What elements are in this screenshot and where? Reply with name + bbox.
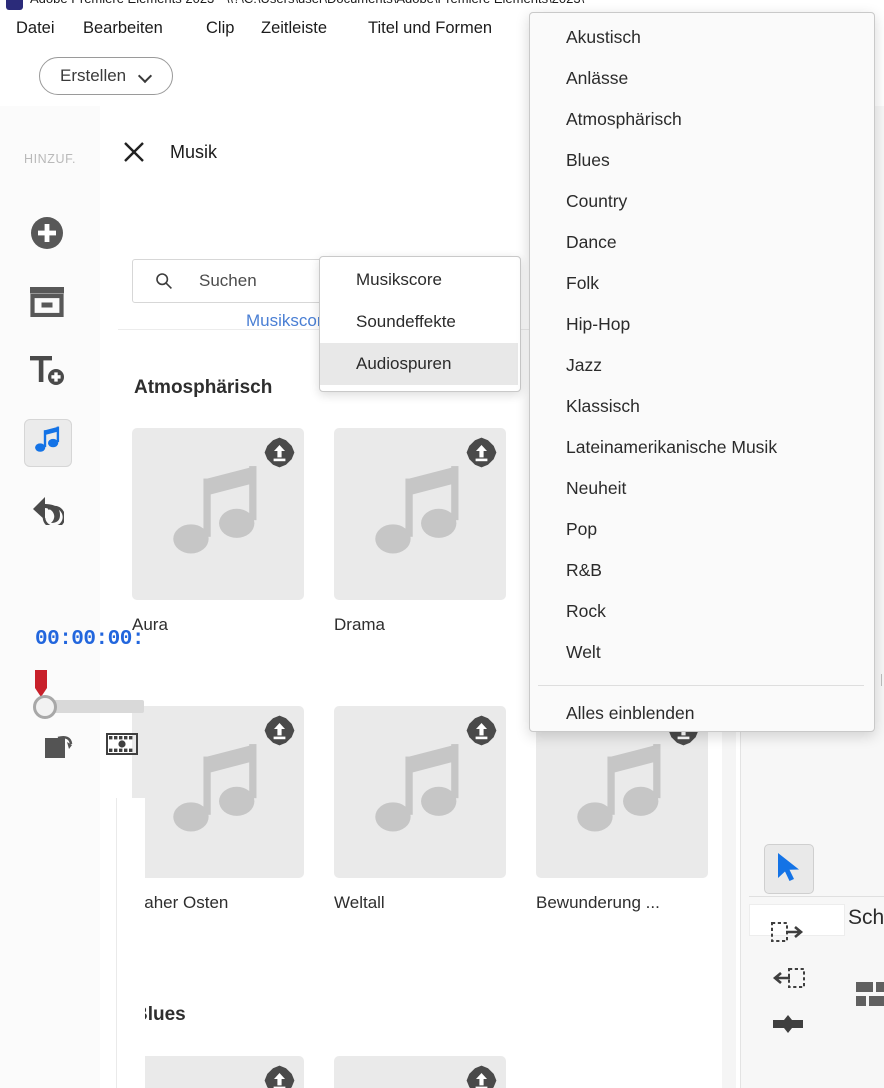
genre-dropdown: Welt Rock R&B Pop Neuheit Lateinamerikanische…: [529, 12, 875, 732]
genre-item[interactable]: Lateinamerikanische Musik: [530, 427, 872, 468]
menu-item-datei[interactable]: Datei: [8, 11, 63, 46]
timecode-display[interactable]: 00:00:00:: [35, 628, 144, 651]
undo-arrow-icon: [30, 493, 66, 530]
genre-show-all-item[interactable]: Alles einblenden: [530, 693, 872, 734]
genre-item[interactable]: Dance: [530, 222, 872, 263]
music-note-icon: [368, 464, 472, 568]
rail-item-music[interactable]: [24, 419, 72, 467]
rail-item-add-media[interactable]: [24, 212, 70, 258]
window-titlebar: Adobe Premiere Elements 2023 - \\?\C:\Us…: [0, 0, 884, 11]
ripple-left-icon: [771, 966, 805, 995]
music-card[interactable]: Bewunderung ...: [536, 706, 708, 913]
tool-split-clip[interactable]: [764, 1002, 812, 1050]
music-card-thumbnail: [334, 706, 506, 878]
strip-divider: [749, 896, 884, 897]
rotate-clip-icon[interactable]: [44, 730, 78, 765]
music-note-icon: [166, 742, 270, 846]
genre-item[interactable]: Hip-Hop: [530, 304, 872, 345]
genre-item[interactable]: R&B: [530, 550, 872, 591]
search-icon: [155, 272, 173, 290]
genre-item[interactable]: Country: [530, 181, 872, 222]
archive-box-icon: [30, 286, 64, 322]
app-logo-icon: [6, 0, 23, 10]
music-card-title: Aura: [132, 615, 168, 634]
download-cloud-icon[interactable]: [466, 715, 497, 746]
zoom-slider-knob[interactable]: [33, 695, 57, 719]
genre-item[interactable]: Folk: [530, 263, 872, 304]
rail-item-media-archive[interactable]: [24, 281, 70, 327]
download-cloud-icon[interactable]: [466, 1065, 497, 1088]
menu-item-bearbeiten[interactable]: Bearbeiten: [75, 11, 171, 46]
source-option-musikscore[interactable]: Musikscore: [320, 259, 518, 301]
music-card-title: Drama: [334, 615, 386, 634]
music-note-icon: [33, 426, 63, 461]
music-card-thumbnail: [132, 1056, 304, 1088]
music-card[interactable]: Naher Osten: [132, 706, 304, 913]
music-card-thumbnail: [334, 1056, 506, 1088]
filmstrip-icon[interactable]: [106, 730, 138, 765]
genre-item[interactable]: Atmosphärisch: [530, 99, 872, 140]
page-title: Musik: [170, 142, 218, 162]
music-card[interactable]: Drama: [334, 428, 506, 635]
category-title: Atmosphärisch: [134, 377, 273, 398]
grid-layout-icon[interactable]: [856, 982, 884, 1008]
music-card[interactable]: [132, 1056, 304, 1088]
genre-menu-divider: [538, 685, 864, 686]
genre-item[interactable]: Welt: [530, 632, 872, 673]
download-cloud-icon[interactable]: [466, 437, 497, 468]
download-cloud-icon[interactable]: [264, 715, 295, 746]
download-cloud-icon[interactable]: [264, 437, 295, 468]
menu-item-titel-und-formen[interactable]: Titel und Formen: [360, 11, 500, 46]
window-title: Adobe Premiere Elements 2023 - \\?\C:\Us…: [30, 0, 584, 6]
plus-circle-icon: [30, 216, 64, 255]
genre-item[interactable]: Blues: [530, 140, 872, 181]
ripple-right-icon: [771, 920, 805, 949]
chevron-down-icon: [139, 70, 152, 83]
genre-item[interactable]: Rock: [530, 591, 872, 632]
music-card-thumbnail: [334, 428, 506, 600]
cursor-arrow-icon: [775, 852, 803, 887]
tool-ripple-trim-forward[interactable]: [764, 910, 812, 958]
music-card-thumbnail: [132, 706, 304, 878]
download-cloud-icon[interactable]: [264, 1065, 295, 1088]
genre-item[interactable]: Neuheit: [530, 468, 872, 509]
music-note-icon: [368, 742, 472, 846]
rail-section-label: HINZUF.: [23, 152, 77, 166]
source-option-soundeffekte[interactable]: Soundeffekte: [320, 301, 518, 343]
timeline-buttons: [44, 730, 138, 765]
source-option-audiospuren[interactable]: Audiospuren: [320, 343, 518, 385]
left-tool-rail: HINZUF.: [0, 106, 101, 1088]
genre-item[interactable]: Akustisch: [530, 17, 872, 58]
tool-ripple-trim-back[interactable]: [764, 956, 812, 1004]
create-button[interactable]: Erstellen: [39, 57, 174, 95]
music-card-title: Weltall: [334, 893, 385, 912]
tool-selection-tool[interactable]: [764, 844, 814, 894]
text-add-icon: [29, 354, 65, 393]
genre-item[interactable]: Jazz: [530, 345, 872, 386]
create-button-label: Erstellen: [60, 66, 127, 85]
genre-item[interactable]: Klassisch: [530, 386, 872, 427]
menu-item-clip[interactable]: Clip: [198, 11, 242, 46]
genre-item[interactable]: Pop: [530, 509, 872, 550]
music-note-icon: [570, 742, 674, 846]
right-panel-title: Sch: [848, 906, 884, 929]
genre-item[interactable]: Anlässe: [530, 58, 872, 99]
music-card[interactable]: Weltall: [334, 706, 506, 913]
menu-item-zeitleiste[interactable]: Zeitleiste: [253, 11, 335, 46]
split-clip-icon: [772, 1012, 804, 1041]
music-note-icon: [166, 464, 270, 568]
music-card-title: Bewunderung ...: [536, 893, 660, 912]
rail-item-add-text[interactable]: [24, 350, 70, 396]
right-side-panel: [116, 798, 145, 1088]
music-card-title: Naher Osten: [132, 893, 229, 912]
music-card[interactable]: Aura: [132, 428, 304, 635]
close-icon[interactable]: [122, 140, 146, 164]
music-card[interactable]: [334, 1056, 506, 1088]
rail-item-revert[interactable]: [24, 488, 70, 534]
music-card-thumbnail: [132, 428, 304, 600]
source-type-dropdown: Musikscore Soundeffekte Audiospuren: [319, 256, 521, 392]
